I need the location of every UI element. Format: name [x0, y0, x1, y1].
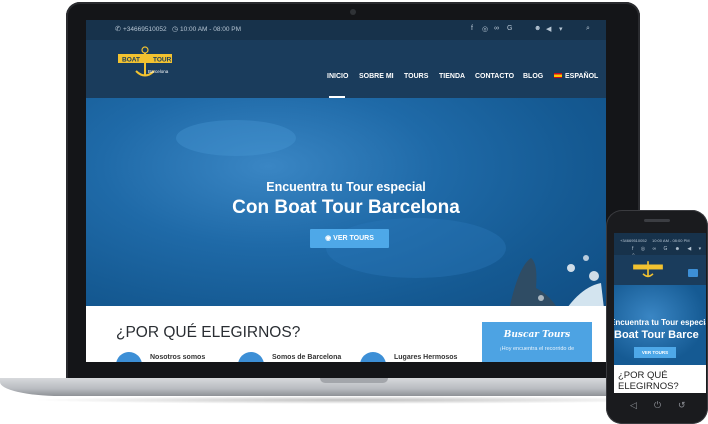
feature-title: Lugares Hermosos: [394, 354, 458, 361]
tripadvisor-icon[interactable]: ∞: [494, 25, 499, 32]
phone-home-icon[interactable]: ⏻: [654, 400, 661, 411]
user-icon[interactable]: ☻: [534, 25, 541, 32]
phone-back-icon[interactable]: ◁: [630, 400, 637, 411]
boat-tour-logo[interactable]: BOAT TOUR Barcelona: [116, 44, 174, 84]
nav-contacto[interactable]: CONTACTO: [475, 73, 514, 80]
phone-hero: Encuentra tu Tour especial Boat Tour Bar…: [614, 285, 706, 365]
hamburger-menu-icon[interactable]: [688, 269, 698, 277]
hero-subtitle: Encuentra tu Tour especial: [266, 180, 426, 194]
phone-top-bar-hours: 10:00 AM - 08:00 PM: [652, 238, 690, 243]
main-navbar: BOAT TOUR Barcelona INICIO SOBRE MI TOUR…: [86, 40, 606, 98]
feature-title: Somos de Barcelona: [272, 354, 342, 361]
hero-title: Con Boat Tour Barcelona: [232, 197, 460, 218]
nav-tours[interactable]: TOURS: [404, 73, 428, 80]
instagram-icon[interactable]: ◎: [482, 25, 488, 33]
google-icon[interactable]: G: [507, 25, 512, 32]
phone-ver-tours-button[interactable]: VER TOURS: [634, 347, 676, 358]
phone-screen: +34669510052 10:00 AM - 08:00 PM f ◎ ∞ G…: [614, 233, 706, 393]
svg-text:TOUR: TOUR: [153, 57, 172, 64]
feature-icon: [116, 352, 142, 362]
top-bar-phone[interactable]: +34669510052: [123, 26, 167, 33]
eye-icon: ◉: [325, 235, 332, 242]
laptop-notch: [320, 378, 388, 383]
facebook-icon[interactable]: f: [471, 25, 473, 32]
nav-inicio[interactable]: INICIO: [327, 73, 348, 80]
volume-icon[interactable]: ◀: [546, 25, 551, 33]
laptop-camera: [350, 9, 356, 15]
phone-hero-subtitle: Encuentra tu Tour especial: [614, 318, 706, 327]
laptop-screen: ✆ +34669510052 ◷ 10:00 AM - 08:00 PM f ◎…: [86, 20, 606, 362]
nav-sobre-mi[interactable]: SOBRE MI: [359, 73, 394, 80]
svg-text:Barcelona: Barcelona: [148, 69, 169, 74]
phone-hero-title: Boat Tour Barce: [614, 329, 699, 341]
nav-tienda[interactable]: TIENDA: [439, 73, 465, 80]
top-bar: ✆ +34669510052 ◷ 10:00 AM - 08:00 PM f ◎…: [86, 20, 606, 40]
clock-icon: ◷: [172, 26, 179, 33]
nav-blog[interactable]: BLOG: [523, 73, 543, 80]
phone-top-bar-phone[interactable]: +34669510052: [620, 238, 647, 243]
hero-banner: Encuentra tu Tour especial Con Boat Tour…: [86, 98, 606, 326]
why-us-section: ¿POR QUÉ ELEGIRNOS? Nosotros somos Somos…: [86, 306, 606, 362]
laptop-shadow: [30, 396, 678, 404]
nav-language[interactable]: ESPAÑOL: [565, 73, 598, 80]
flag-spain-icon: [554, 73, 562, 80]
search-box-text: ¡Hoy encuentra el recorrido de: [499, 346, 575, 352]
phone-logo[interactable]: [632, 259, 664, 281]
search-icon[interactable]: ⌕: [586, 25, 590, 33]
section-heading: ¿POR QUÉ ELEGIRNOS?: [116, 324, 301, 341]
search-box-title: Buscar Tours: [503, 330, 571, 340]
cart-icon[interactable]: ▾: [559, 25, 563, 33]
feature-title: Nosotros somos: [150, 354, 206, 361]
svg-text:BOAT: BOAT: [122, 57, 140, 64]
feature-icon: [238, 352, 264, 362]
phone-menu-icon[interactable]: ↺: [678, 400, 686, 411]
phone-icon: ✆: [115, 26, 121, 33]
phone-section-heading: ¿POR QUÉ ELEGIRNOS?: [618, 370, 679, 392]
phone-speaker: [644, 219, 670, 222]
feature-icon: [360, 352, 386, 362]
search-tours-box[interactable]: Buscar Tours ¡Hoy encuentra el recorrido…: [482, 322, 592, 362]
phone-top-bar: +34669510052 10:00 AM - 08:00 PM f ◎ ∞ G…: [614, 233, 706, 258]
ver-tours-button[interactable]: ◉ VER TOURS: [310, 229, 389, 248]
top-bar-hours: 10:00 AM - 08:00 PM: [180, 26, 242, 33]
